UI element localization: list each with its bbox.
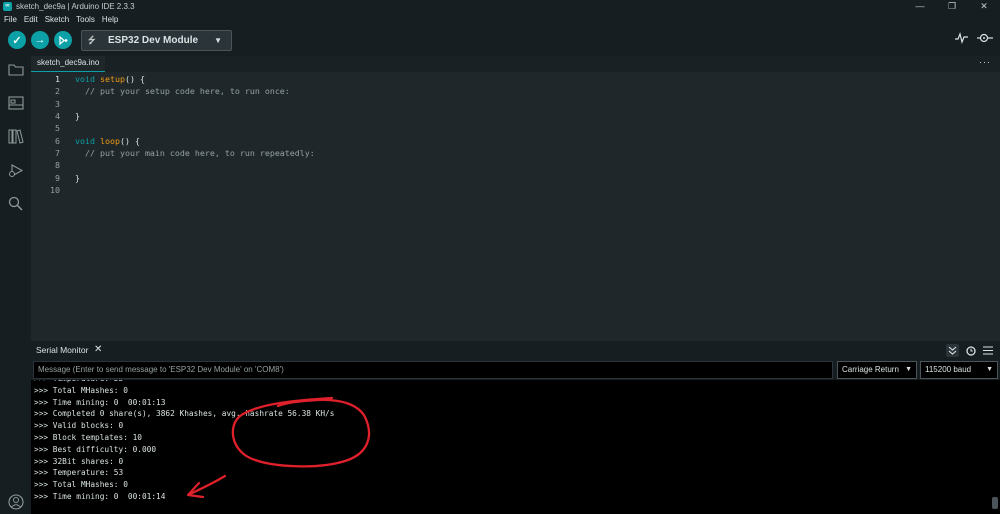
close-icon[interactable]: ✕ bbox=[94, 344, 102, 355]
line-ending-select[interactable]: Carriage Return ▼ bbox=[837, 361, 917, 379]
chevron-down-icon: ▼ bbox=[986, 366, 993, 373]
more-actions-icon[interactable]: ··· bbox=[979, 57, 991, 67]
code-text: } bbox=[75, 111, 80, 122]
serial-output-line: >>> Best difficulty: 0.000 bbox=[34, 444, 157, 454]
serial-output-line: >>> Block templates: 10 bbox=[34, 433, 142, 442]
account-icon[interactable] bbox=[7, 493, 24, 510]
serial-output-line: >>> Time mining: 0 00:01:13 bbox=[34, 397, 166, 407]
clear-output-icon[interactable] bbox=[981, 344, 994, 357]
library-manager-icon[interactable] bbox=[7, 128, 24, 145]
line-number: 5 bbox=[55, 123, 60, 134]
code-line: // put your setup code here, to run once… bbox=[75, 86, 290, 96]
code-text: () { bbox=[124, 74, 145, 84]
code-function-name: loop bbox=[99, 135, 120, 146]
menu-help[interactable]: Help bbox=[102, 15, 118, 24]
search-icon[interactable] bbox=[7, 195, 24, 212]
debug-icon bbox=[58, 35, 67, 45]
editor-tab-bar: sketch_dec9a.ino ··· bbox=[31, 56, 1000, 72]
boards-manager-icon[interactable] bbox=[7, 94, 24, 111]
line-number: 6 bbox=[55, 135, 60, 146]
chevron-down-icon: ▼ bbox=[905, 366, 912, 373]
line-number: 4 bbox=[55, 111, 60, 122]
code-comment: // put your main code here, to run repea… bbox=[85, 148, 315, 159]
window-title: sketch_dec9a | Arduino IDE 2.3.3 bbox=[16, 2, 135, 11]
activity-sidebar bbox=[0, 56, 31, 514]
code-keyword: void bbox=[75, 74, 95, 84]
serial-monitor-icon[interactable] bbox=[977, 32, 993, 47]
minimize-icon[interactable]: — bbox=[904, 0, 936, 13]
serial-output-line: >>> Completed 0 share(s), 3862 Khashes, … bbox=[34, 409, 335, 419]
code-line: } bbox=[75, 173, 80, 183]
line-number: 10 bbox=[50, 185, 60, 196]
serial-output-line: >>> Total MHashes: 0 bbox=[34, 480, 128, 490]
serial-output-line: >>> Time mining: 0 00:01:14 bbox=[34, 492, 166, 501]
code-editor[interactable]: 1 2 3 4 5 6 7 8 9 10 void setup() { // put your s… bbox=[31, 72, 1000, 339]
arduino-logo-icon: ∞ bbox=[3, 2, 12, 11]
usb-icon: ⭍ bbox=[88, 34, 96, 45]
code-keyword: void bbox=[75, 135, 95, 146]
line-number: 9 bbox=[55, 172, 60, 183]
baud-rate-value: 115200 baud bbox=[925, 365, 972, 374]
board-name: ESP32 Dev Module bbox=[108, 35, 199, 46]
chevron-double-down-icon[interactable] bbox=[946, 344, 959, 357]
menu-bar: File Edit Sketch Tools Help bbox=[0, 13, 1000, 26]
checkmark-icon: ✓ bbox=[12, 34, 22, 47]
serial-monitor-header: Serial Monitor ✕ bbox=[31, 341, 1000, 360]
line-number: 7 bbox=[55, 148, 60, 159]
serial-output-line: >>> 32Bit shares: 0 bbox=[34, 456, 124, 466]
menu-tools[interactable]: Tools bbox=[76, 15, 95, 24]
code-comment: // put your setup code here, to run once… bbox=[85, 86, 290, 97]
debug-button[interactable] bbox=[54, 31, 72, 49]
code-function-name: setup bbox=[99, 74, 125, 84]
folder-icon[interactable] bbox=[7, 61, 24, 78]
menu-file[interactable]: File bbox=[4, 15, 17, 24]
line-ending-value: Carriage Return bbox=[842, 365, 899, 374]
chevron-down-icon: ▼ bbox=[214, 36, 222, 45]
line-number: 1 bbox=[55, 74, 60, 84]
code-text: } bbox=[75, 172, 80, 183]
line-number: 3 bbox=[55, 98, 60, 109]
tab-sketch-file[interactable]: sketch_dec9a.ino bbox=[31, 56, 106, 72]
board-selector[interactable]: ⭍ ESP32 Dev Module ▼ bbox=[81, 30, 232, 51]
restore-icon[interactable]: ❐ bbox=[936, 0, 968, 13]
code-line: } bbox=[75, 111, 80, 121]
arrow-right-icon: → bbox=[34, 34, 46, 46]
code-line: void setup() { bbox=[75, 74, 145, 84]
code-line: // put your main code here, to run repea… bbox=[75, 148, 315, 158]
menu-edit[interactable]: Edit bbox=[24, 15, 38, 24]
upload-button[interactable]: → bbox=[31, 31, 49, 49]
menu-sketch[interactable]: Sketch bbox=[45, 15, 69, 24]
timestamp-clock-icon[interactable] bbox=[964, 344, 977, 357]
verify-button[interactable]: ✓ bbox=[8, 31, 26, 49]
serial-output-line: >>> Total MHashes: 0 bbox=[34, 385, 128, 395]
window-controls: — ❐ ✕ bbox=[904, 0, 1000, 13]
serial-plotter-icon[interactable] bbox=[955, 32, 968, 47]
serial-output[interactable]: >>> Temperature: 53 >>> Total MHashes: 0 >… bbox=[31, 380, 1000, 514]
serial-message-input[interactable]: Message (Enter to send message to 'ESP32… bbox=[33, 361, 833, 379]
line-number: 2 bbox=[55, 86, 60, 97]
close-window-icon[interactable]: ✕ bbox=[968, 0, 1000, 13]
baud-rate-select[interactable]: 115200 baud ▼ bbox=[920, 361, 998, 379]
scrollbar-thumb[interactable] bbox=[992, 497, 998, 509]
debug-sidebar-icon[interactable] bbox=[7, 162, 24, 179]
serial-output-line: >>> Valid blocks: 0 bbox=[34, 421, 124, 431]
code-line: void loop() { bbox=[75, 136, 140, 146]
title-bar: ∞ sketch_dec9a | Arduino IDE 2.3.3 — ❐ ✕ bbox=[0, 0, 1000, 13]
serial-output-line: >>> Temperature: 53 bbox=[34, 468, 124, 478]
serial-input-row: Message (Enter to send message to 'ESP32… bbox=[31, 360, 1000, 380]
code-text: () { bbox=[119, 135, 140, 146]
line-number-gutter: 1 2 3 4 5 6 7 8 9 10 bbox=[31, 72, 75, 339]
serial-monitor-tab[interactable]: Serial Monitor bbox=[36, 345, 88, 355]
toolbar: ✓ → ⭍ ESP32 Dev Module ▼ bbox=[0, 26, 1000, 56]
line-number: 8 bbox=[55, 160, 60, 171]
serial-output-line: >>> Temperature: 53 bbox=[34, 380, 123, 383]
